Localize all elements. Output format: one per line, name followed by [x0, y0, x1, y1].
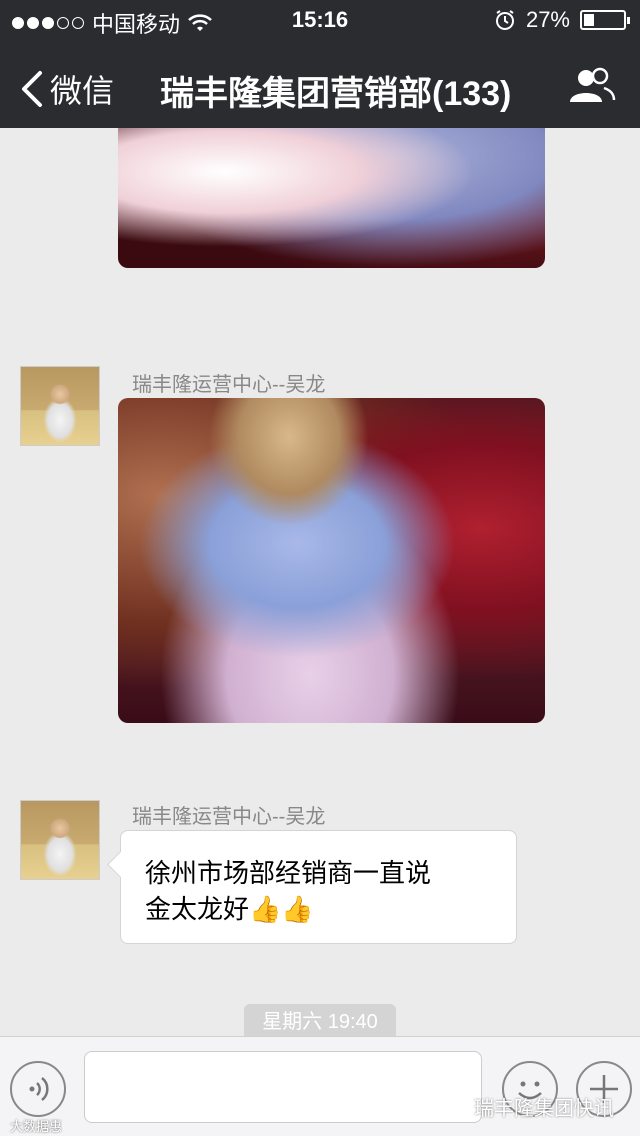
chat-area[interactable]: 瑞丰隆运营中心--吴龙 瑞丰隆运营中心--吴龙 徐州市场部经销商一直说 金太龙好… — [0, 128, 640, 1036]
watermark-left: 大数据惠 — [10, 1119, 63, 1134]
battery-icon — [580, 10, 630, 30]
user-avatar[interactable] — [20, 366, 100, 446]
thumbs-up-icon: 👍👍 — [249, 894, 314, 924]
user-avatar[interactable] — [20, 800, 100, 880]
nav-bar: 微信 瑞丰隆集团营销部(133) — [0, 40, 640, 128]
message-text: 金太龙好 — [145, 894, 250, 924]
voice-icon — [29, 1077, 49, 1101]
text-message-bubble[interactable]: 徐州市场部经销商一直说 金太龙好👍👍 — [120, 830, 517, 944]
back-button[interactable]: 微信 — [16, 66, 114, 112]
chat-title: 瑞丰隆集团营销部(133) — [160, 75, 512, 113]
message-input[interactable] — [84, 1051, 482, 1123]
message-text-line: 徐州市场部经销商一直说 — [145, 858, 432, 888]
voice-button[interactable] — [10, 1061, 66, 1117]
watermark-right: 瑞丰隆集团快讯 — [440, 1092, 614, 1121]
battery-fill — [584, 14, 595, 26]
alarm-clock-icon — [495, 10, 514, 30]
status-bar: 中国移动 15:16 27% — [0, 0, 640, 40]
image-message[interactable] — [118, 128, 545, 268]
watermark-text: 瑞丰隆集团快讯 — [474, 1098, 614, 1120]
battery-percent: 27% — [525, 7, 570, 32]
chevron-left-icon — [22, 71, 42, 107]
sender-name: 瑞丰隆运营中心--吴龙 — [132, 374, 326, 396]
sender-name: 瑞丰隆运营中心--吴龙 — [132, 806, 326, 828]
status-right: 27% — [494, 7, 630, 33]
back-label: 微信 — [50, 73, 115, 109]
timestamp-divider: 星期六 19:40 — [244, 1004, 396, 1036]
group-members-icon[interactable] — [568, 66, 616, 106]
input-bar — [0, 1036, 640, 1136]
image-message[interactable] — [118, 398, 545, 723]
message-text-line: 金太龙好👍👍 — [145, 891, 492, 927]
wechat-logo-icon — [440, 1096, 466, 1116]
